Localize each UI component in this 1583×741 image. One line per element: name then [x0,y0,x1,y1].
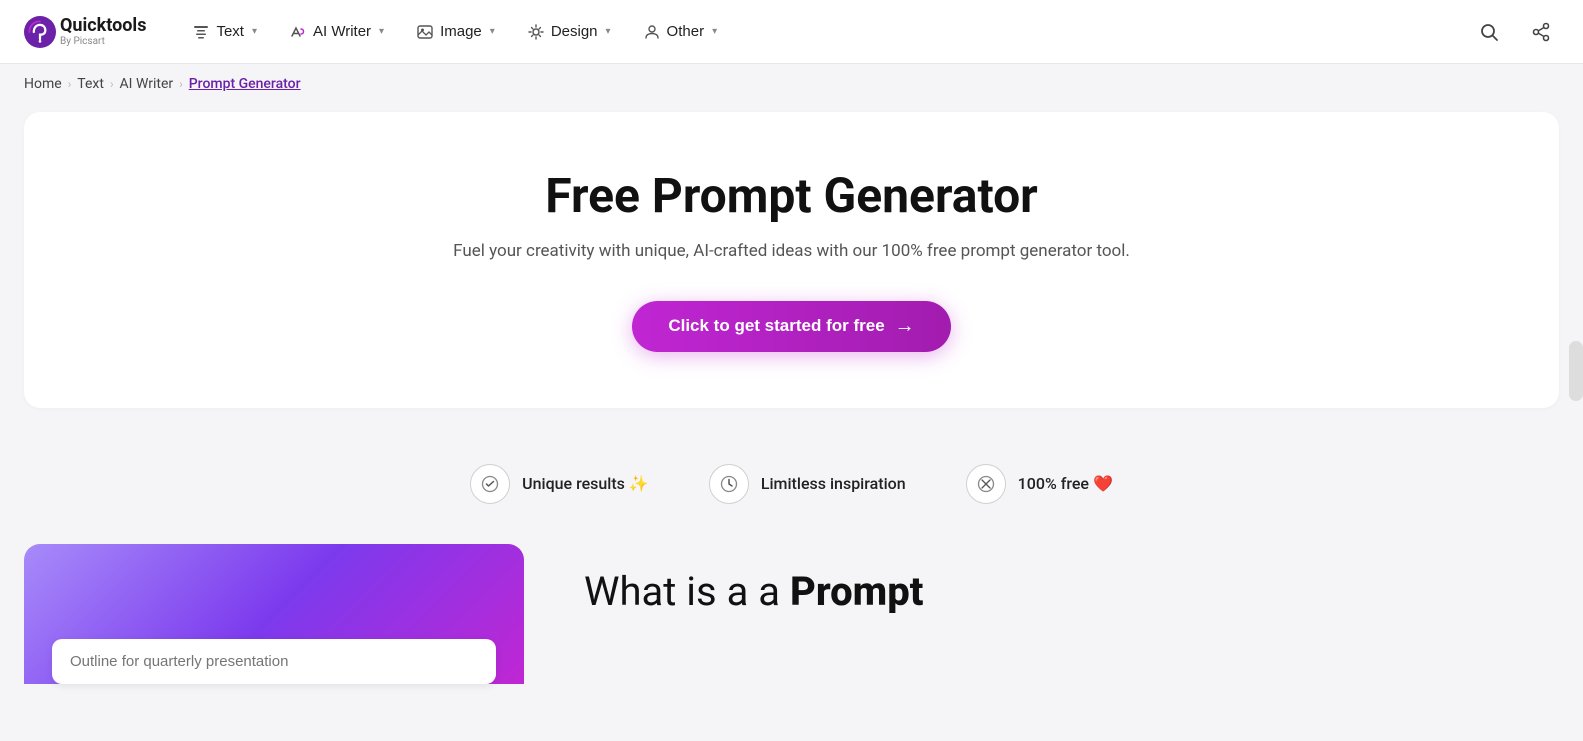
what-is-label: What is a [584,568,748,615]
nav-right [1471,14,1559,50]
breadcrumb-home[interactable]: Home [24,76,62,92]
text-chevron: ▾ [252,26,257,37]
bottom-right-text: What is a a Prompt [584,544,923,616]
search-icon [1479,22,1499,42]
breadcrumb-ai-writer[interactable]: AI Writer [120,76,174,92]
free-icon [966,464,1006,504]
design-chevron: ▾ [606,26,611,37]
cta-arrow: → [895,315,915,338]
limitless-icon [709,464,749,504]
logo-link[interactable]: Quicktools By Picsart [24,16,146,48]
limitless-label: Limitless inspiration [761,474,906,493]
image-icon [416,23,434,41]
sep-3: › [179,77,183,91]
design-icon [527,23,545,41]
other-chevron: ▾ [712,26,717,37]
nav-item-image[interactable]: Image ▾ [402,15,509,49]
nav-label-other: Other [667,23,705,40]
nav-item-design[interactable]: Design ▾ [513,15,625,49]
nav-label-text: Text [216,23,244,40]
breadcrumb: Home › Text › AI Writer › Prompt Generat… [0,64,1583,104]
cta-button[interactable]: Click to get started for free → [632,301,950,352]
feature-unique: Unique results ✨ [470,464,649,504]
bottom-left-card [24,544,524,684]
what-is-heading: What is a a Prompt [584,568,923,616]
cta-label: Click to get started for free [668,316,884,336]
what-is-bold: Prompt [790,568,923,615]
nav-item-other[interactable]: Other ▾ [629,15,732,49]
nav-label-ai-writer: AI Writer [313,23,371,40]
nav-label-design: Design [551,23,598,40]
breadcrumb-text[interactable]: Text [77,76,104,92]
nav-item-text[interactable]: Text ▾ [178,15,271,49]
image-chevron: ▾ [490,26,495,37]
unique-label: Unique results ✨ [522,474,649,493]
breadcrumb-current: Prompt Generator [189,76,301,92]
unique-icon [470,464,510,504]
share-icon [1531,22,1551,42]
text-icon [192,23,210,41]
nav-item-ai-writer[interactable]: AI Writer ▾ [275,15,398,49]
logo-text: Quicktools By Picsart [60,16,146,47]
nav-items: Text ▾ AI Writer ▾ Image ▾ Design ▾ [178,15,1471,49]
bottom-section: What is a a Prompt [0,544,1583,684]
search-button[interactable] [1471,14,1507,50]
navbar: Quicktools By Picsart Text ▾ AI Writer ▾… [0,0,1583,64]
logo-icon [24,16,56,48]
nav-label-image: Image [440,23,482,40]
free-label: 100% free ❤️ [1018,474,1113,493]
feature-free: 100% free ❤️ [966,464,1113,504]
ai-writer-icon [289,23,307,41]
hero-subtitle: Fuel your creativity with unique, AI-cra… [64,239,1519,265]
hero-title: Free Prompt Generator [64,168,1519,223]
features-row: Unique results ✨ Limitless inspiration 1… [0,432,1583,544]
feature-limitless: Limitless inspiration [709,464,906,504]
ai-writer-chevron: ▾ [379,26,384,37]
other-icon [643,23,661,41]
sep-2: › [110,77,114,91]
what-is-space: a [758,568,790,615]
scrollbar[interactable] [1569,341,1583,401]
sep-1: › [68,77,72,91]
hero-section: Free Prompt Generator Fuel your creativi… [24,112,1559,408]
share-button[interactable] [1523,14,1559,50]
prompt-search-input[interactable] [52,639,496,684]
